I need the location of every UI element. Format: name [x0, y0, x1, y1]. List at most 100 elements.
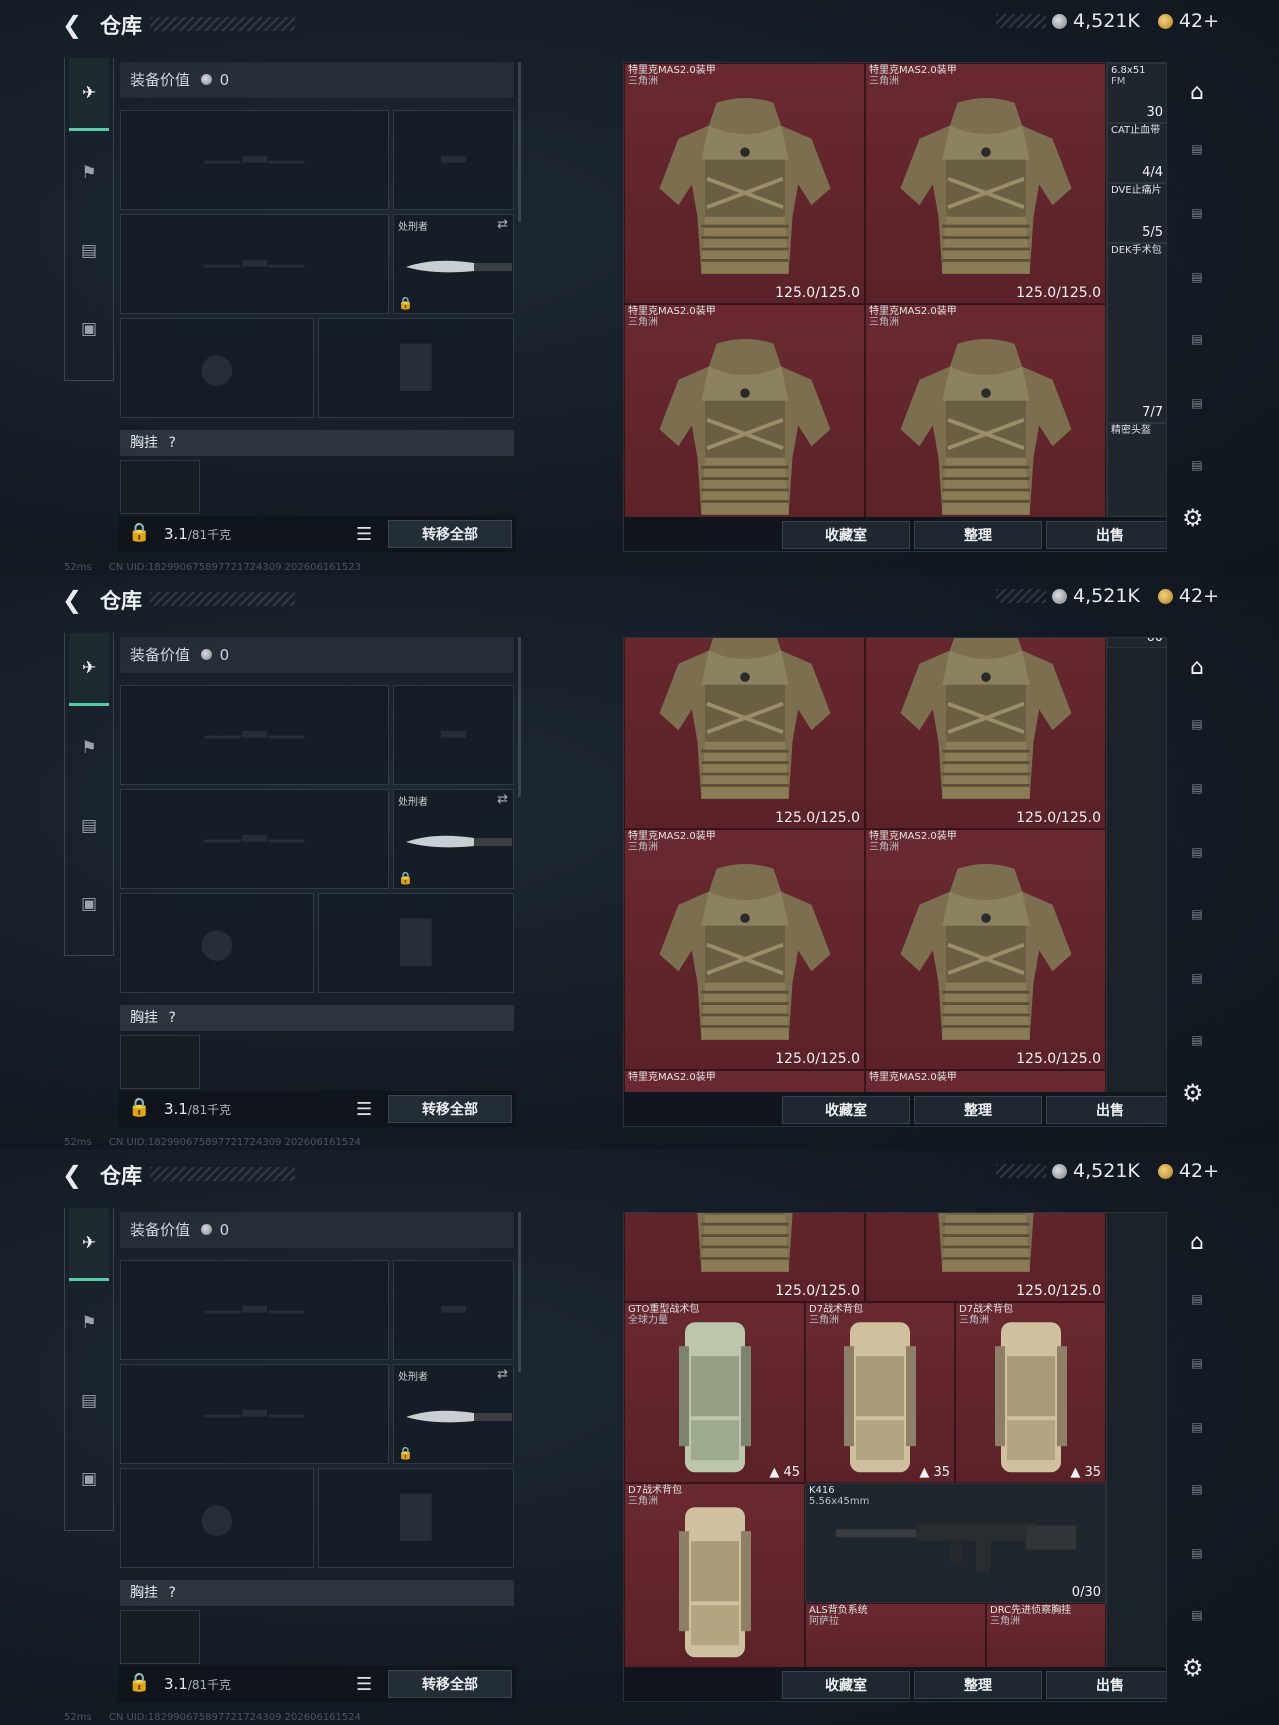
stash-item[interactable]: 125.0/125.0 — [624, 1213, 865, 1302]
sort-button[interactable]: 整理 — [914, 1096, 1042, 1124]
sell-button[interactable]: 出售 — [1046, 521, 1166, 549]
stash-home-icon[interactable]: ⌂ — [1182, 1230, 1212, 1256]
ammo-item[interactable]: 60 — [1107, 638, 1166, 648]
nav-armor[interactable]: ⚑ — [69, 1288, 109, 1358]
stash-item[interactable]: D7战术背包 三角洲 ▲ 35 — [805, 1302, 955, 1483]
nav-weapons[interactable]: ✈ — [69, 1208, 109, 1281]
swap-icon[interactable]: ⇄ — [497, 217, 508, 232]
stash-item[interactable]: 特里克MAS2.0装甲 三角洲 — [865, 304, 1106, 517]
stash-home-icon[interactable]: ⌂ — [1182, 80, 1212, 106]
primary-weapon-slot[interactable]: —━— — [120, 1260, 389, 1360]
medical-item[interactable]: CAT止血带 4/4 — [1107, 123, 1166, 183]
stash-home-icon[interactable]: ⌂ — [1182, 655, 1212, 681]
stash-item[interactable]: 特里克MAS2.0装甲 — [624, 1070, 865, 1092]
pistol-slot[interactable]: ━ — [393, 1260, 514, 1360]
nav-backpack[interactable]: ▤ — [69, 1366, 109, 1436]
helmet-item[interactable]: 精密头盔 — [1107, 423, 1166, 517]
stash-tab-icon[interactable]: ▤ — [1182, 458, 1212, 484]
nav-case[interactable]: ▣ — [69, 294, 109, 364]
chest-rig-slot[interactable] — [120, 1610, 200, 1664]
stash-item[interactable]: D7战术背包 三角洲 ▲ 35 — [955, 1302, 1106, 1483]
chest-rig-slot[interactable] — [120, 1035, 200, 1089]
sort-button[interactable]: 整理 — [914, 1671, 1042, 1699]
stash-tab-icon[interactable]: ▤ — [1182, 396, 1212, 422]
stash-tab-icon[interactable]: ▤ — [1182, 332, 1212, 358]
sell-button[interactable]: 出售 — [1046, 1096, 1166, 1124]
chest-rig-help[interactable]: ? — [168, 435, 175, 451]
stash-item[interactable]: 特里克MAS2.0装甲 三角洲 125.0/125.0 — [624, 829, 865, 1070]
back-arrow-icon[interactable]: ❮ — [62, 1162, 86, 1188]
nav-weapons[interactable]: ✈ — [69, 633, 109, 706]
vault-button[interactable]: 收藏室 — [782, 1096, 910, 1124]
lock-icon[interactable]: 🔒 — [128, 1672, 150, 1693]
chest-rig-slot[interactable] — [120, 460, 200, 514]
stash-tab-icon[interactable]: ▤ — [1182, 1608, 1212, 1634]
stash-item[interactable]: 特里克MAS2.0装甲 三角洲 125.0/125.0 — [865, 829, 1106, 1070]
equipment-scrollbar[interactable] — [518, 637, 521, 797]
stash-item[interactable]: 特里克MAS2.0装甲 三角洲 125.0/125.0 — [624, 63, 865, 304]
stash-tab-icon[interactable]: ▤ — [1182, 907, 1212, 933]
melee-slot[interactable]: 处刑者 ⇄ 🔒 — [393, 1364, 514, 1464]
body-armor-slot[interactable]: █ — [318, 1468, 514, 1568]
stash-item[interactable]: D7战术背包 三角洲 — [624, 1483, 805, 1667]
helmet-slot[interactable]: ● — [120, 318, 314, 418]
medical-item[interactable]: DVE止痛片 5/5 — [1107, 183, 1166, 243]
nav-armor[interactable]: ⚑ — [69, 138, 109, 208]
nav-backpack[interactable]: ▤ — [69, 791, 109, 861]
stash-tab-icon[interactable]: ▤ — [1182, 717, 1212, 743]
equipment-scrollbar[interactable] — [518, 62, 521, 222]
chest-rig-help[interactable]: ? — [168, 1585, 175, 1601]
pistol-slot[interactable]: ━ — [393, 110, 514, 210]
list-icon[interactable]: ☰ — [356, 1099, 372, 1120]
list-icon[interactable]: ☰ — [356, 1674, 372, 1695]
primary-weapon-slot[interactable]: —━— — [120, 110, 389, 210]
lock-icon[interactable]: 🔒 — [128, 1097, 150, 1118]
stash-tab-icon[interactable]: ▤ — [1182, 206, 1212, 232]
back-arrow-icon[interactable]: ❮ — [62, 587, 86, 613]
stash-tab-icon[interactable]: ▤ — [1182, 1292, 1212, 1318]
transfer-all-button[interactable]: 转移全部 — [388, 1670, 512, 1698]
stash-item[interactable]: 125.0/125.0 — [624, 638, 865, 829]
sell-button[interactable]: 出售 — [1046, 1671, 1166, 1699]
helmet-slot[interactable]: ● — [120, 1468, 314, 1568]
nav-armor[interactable]: ⚑ — [69, 713, 109, 783]
stash-tab-icon[interactable]: ▤ — [1182, 270, 1212, 296]
stash-tab-icon[interactable]: ▤ — [1182, 1033, 1212, 1059]
equipment-scrollbar[interactable] — [518, 1212, 521, 1372]
nav-case[interactable]: ▣ — [69, 1444, 109, 1514]
pistol-slot[interactable]: ━ — [393, 685, 514, 785]
secondary-weapon-slot[interactable]: —━— — [120, 789, 389, 889]
stash-tab-icon[interactable]: ▤ — [1182, 142, 1212, 168]
back-arrow-icon[interactable]: ❮ — [62, 12, 86, 38]
body-armor-slot[interactable]: █ — [318, 893, 514, 993]
vault-button[interactable]: 收藏室 — [782, 521, 910, 549]
list-icon[interactable]: ☰ — [356, 524, 372, 545]
gear-icon[interactable]: ⚙ — [1182, 504, 1204, 532]
stash-item[interactable]: DRC先进侦察胸挂 三角洲 — [986, 1603, 1106, 1667]
gear-icon[interactable]: ⚙ — [1182, 1654, 1204, 1682]
stash-tab-icon[interactable]: ▤ — [1182, 845, 1212, 871]
transfer-all-button[interactable]: 转移全部 — [388, 1095, 512, 1123]
melee-slot[interactable]: 处刑者 ⇄ 🔒 — [393, 789, 514, 889]
medical-item[interactable]: DEK手术包 7/7 — [1107, 243, 1166, 423]
ammo-item[interactable]: 6.8x51 FM 30 — [1107, 63, 1166, 123]
vault-button[interactable]: 收藏室 — [782, 1671, 910, 1699]
swap-icon[interactable]: ⇄ — [497, 792, 508, 807]
melee-slot[interactable]: 处刑者 ⇄ 🔒 — [393, 214, 514, 314]
swap-icon[interactable]: ⇄ — [497, 1367, 508, 1382]
gear-icon[interactable]: ⚙ — [1182, 1079, 1204, 1107]
secondary-weapon-slot[interactable]: —━— — [120, 1364, 389, 1464]
stash-tab-icon[interactable]: ▤ — [1182, 781, 1212, 807]
nav-case[interactable]: ▣ — [69, 869, 109, 939]
stash-item[interactable]: 125.0/125.0 — [865, 638, 1106, 829]
stash-tab-icon[interactable]: ▤ — [1182, 1356, 1212, 1382]
stash-tab-icon[interactable]: ▤ — [1182, 1546, 1212, 1572]
chest-rig-help[interactable]: ? — [168, 1010, 175, 1026]
primary-weapon-slot[interactable]: —━— — [120, 685, 389, 785]
weapon-item[interactable]: K416 5.56x45mm 0/30 — [805, 1483, 1106, 1603]
stash-item[interactable]: 特里克MAS2.0装甲 三角洲 125.0/125.0 — [865, 63, 1106, 304]
stash-item[interactable]: 125.0/125.0 — [865, 1213, 1106, 1302]
stash-item[interactable]: ALS背负系统 阿萨拉 — [805, 1603, 986, 1667]
helmet-slot[interactable]: ● — [120, 893, 314, 993]
transfer-all-button[interactable]: 转移全部 — [388, 520, 512, 548]
